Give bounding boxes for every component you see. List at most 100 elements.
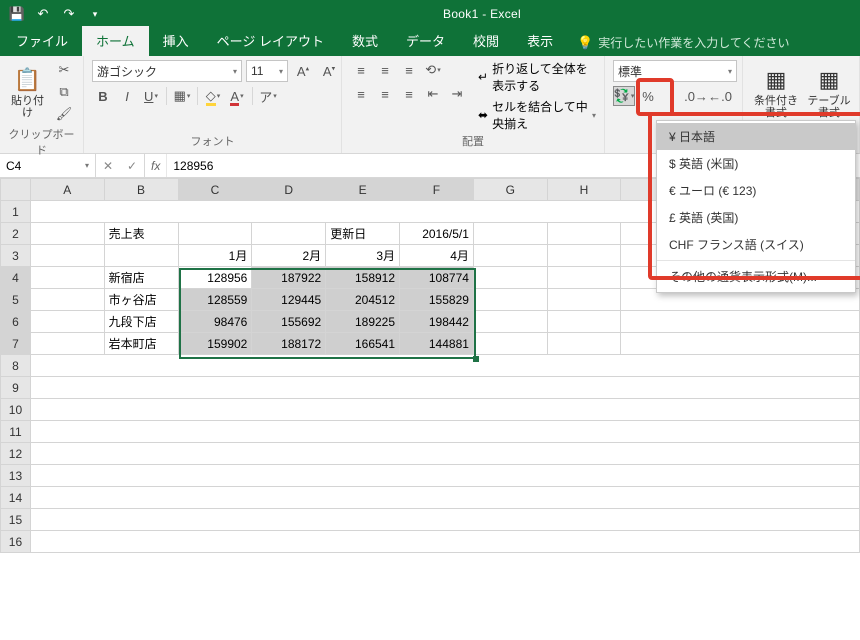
conditional-formatting-button[interactable]: ▦ 条件付き 書式: [751, 60, 801, 126]
align-center-button[interactable]: ≡: [374, 84, 396, 104]
align-top-button[interactable]: ≡: [350, 60, 372, 80]
cell[interactable]: [621, 333, 860, 355]
tab-formulas[interactable]: 数式: [338, 26, 392, 56]
fill-color-button[interactable]: ◇: [202, 86, 224, 106]
cell-C5[interactable]: 128559: [178, 289, 252, 311]
row-header-12[interactable]: 12: [1, 443, 31, 465]
cell-C7[interactable]: 159902: [178, 333, 252, 355]
cell-F3[interactable]: 4月: [400, 245, 474, 267]
orientation-button[interactable]: ⟲: [422, 60, 444, 80]
row-header-15[interactable]: 15: [1, 509, 31, 531]
cell[interactable]: [30, 487, 859, 509]
row-header-8[interactable]: 8: [1, 355, 31, 377]
cell-C4[interactable]: 128956: [178, 267, 252, 289]
cell-B6[interactable]: 九段下店: [104, 311, 178, 333]
tab-insert[interactable]: 挿入: [149, 26, 203, 56]
currency-item-more[interactable]: その他の通貨表示形式(M)...: [657, 263, 855, 290]
cut-button[interactable]: ✂: [53, 60, 75, 80]
enter-formula-button[interactable]: ✓: [120, 159, 144, 173]
row-header-3[interactable]: 3: [1, 245, 31, 267]
decrease-indent-button[interactable]: ⇤: [422, 84, 444, 104]
qat-customize[interactable]: ▾: [82, 3, 108, 25]
col-header-H[interactable]: H: [547, 179, 621, 201]
cell[interactable]: [473, 245, 547, 267]
col-header-F[interactable]: F: [400, 179, 474, 201]
cell-B5[interactable]: 市ヶ谷店: [104, 289, 178, 311]
increase-indent-button[interactable]: ⇥: [446, 84, 468, 104]
align-middle-button[interactable]: ≡: [374, 60, 396, 80]
cell-D3[interactable]: 2月: [252, 245, 326, 267]
cell[interactable]: [30, 443, 859, 465]
cell[interactable]: [547, 311, 621, 333]
cell-E6[interactable]: 189225: [326, 311, 400, 333]
row-header-2[interactable]: 2: [1, 223, 31, 245]
increase-decimal-button[interactable]: .0→: [685, 86, 707, 106]
row-header-14[interactable]: 14: [1, 487, 31, 509]
cell-E3[interactable]: 3月: [326, 245, 400, 267]
tab-view[interactable]: 表示: [513, 26, 567, 56]
cell-D5[interactable]: 129445: [252, 289, 326, 311]
row-header-5[interactable]: 5: [1, 289, 31, 311]
row-header-11[interactable]: 11: [1, 421, 31, 443]
cell[interactable]: [547, 245, 621, 267]
cell[interactable]: [30, 289, 104, 311]
tab-data[interactable]: データ: [392, 26, 459, 56]
font-color-button[interactable]: A: [226, 86, 248, 106]
cell[interactable]: [473, 223, 547, 245]
cell[interactable]: [473, 289, 547, 311]
row-header-4[interactable]: 4: [1, 267, 31, 289]
insert-function-button[interactable]: fx: [145, 154, 167, 177]
cell[interactable]: [547, 289, 621, 311]
currency-item-chf[interactable]: CHF フランス語 (スイス): [657, 231, 855, 258]
cell[interactable]: [252, 223, 326, 245]
col-header-C[interactable]: C: [178, 179, 252, 201]
cell[interactable]: [547, 333, 621, 355]
tab-review[interactable]: 校閲: [459, 26, 513, 56]
cell-D7[interactable]: 188172: [252, 333, 326, 355]
cell[interactable]: [30, 333, 104, 355]
save-button[interactable]: 💾: [4, 3, 30, 25]
cell-B4[interactable]: 新宿店: [104, 267, 178, 289]
paste-button[interactable]: 📋 貼り付け: [8, 60, 47, 126]
cell-D6[interactable]: 155692: [252, 311, 326, 333]
wrap-text-button[interactable]: ↵折り返して全体を表示する: [478, 60, 596, 94]
cell[interactable]: [30, 399, 859, 421]
row-header-16[interactable]: 16: [1, 531, 31, 553]
cell[interactable]: [547, 223, 621, 245]
cell[interactable]: [547, 267, 621, 289]
cell-B2[interactable]: 売上表: [104, 223, 178, 245]
cell[interactable]: [30, 377, 859, 399]
row-header-9[interactable]: 9: [1, 377, 31, 399]
tab-home[interactable]: ホーム: [82, 26, 149, 56]
decrease-font-button[interactable]: A▾: [318, 61, 340, 81]
row-header-7[interactable]: 7: [1, 333, 31, 355]
cell[interactable]: [621, 311, 860, 333]
col-header-A[interactable]: A: [30, 179, 104, 201]
cell[interactable]: [30, 267, 104, 289]
cell-F5[interactable]: 155829: [400, 289, 474, 311]
accounting-format-button[interactable]: 💱: [613, 86, 635, 106]
italic-button[interactable]: I: [116, 86, 138, 106]
select-all-corner[interactable]: [1, 179, 31, 201]
col-header-B[interactable]: B: [104, 179, 178, 201]
cell-F4[interactable]: 108774: [400, 267, 474, 289]
format-as-table-button[interactable]: ▦ テーブル 書式: [807, 60, 851, 126]
fill-handle[interactable]: [473, 356, 479, 362]
row-header-6[interactable]: 6: [1, 311, 31, 333]
percent-button[interactable]: %: [637, 86, 659, 106]
align-bottom-button[interactable]: ≡: [398, 60, 420, 80]
cell-F6[interactable]: 198442: [400, 311, 474, 333]
cell[interactable]: [178, 223, 252, 245]
cell[interactable]: [30, 245, 104, 267]
cell[interactable]: [30, 465, 859, 487]
merge-center-button[interactable]: ⬌セルを結合して中央揃え▾: [478, 98, 596, 132]
redo-button[interactable]: ↷: [56, 3, 82, 25]
cell[interactable]: [473, 333, 547, 355]
increase-font-button[interactable]: A▴: [292, 61, 314, 81]
cell-B7[interactable]: 岩本町店: [104, 333, 178, 355]
cell[interactable]: [30, 355, 859, 377]
currency-item-eur[interactable]: € ユーロ (€ 123): [657, 177, 855, 204]
cell[interactable]: [30, 311, 104, 333]
cell[interactable]: [30, 421, 859, 443]
comma-button[interactable]: ,: [661, 86, 683, 106]
